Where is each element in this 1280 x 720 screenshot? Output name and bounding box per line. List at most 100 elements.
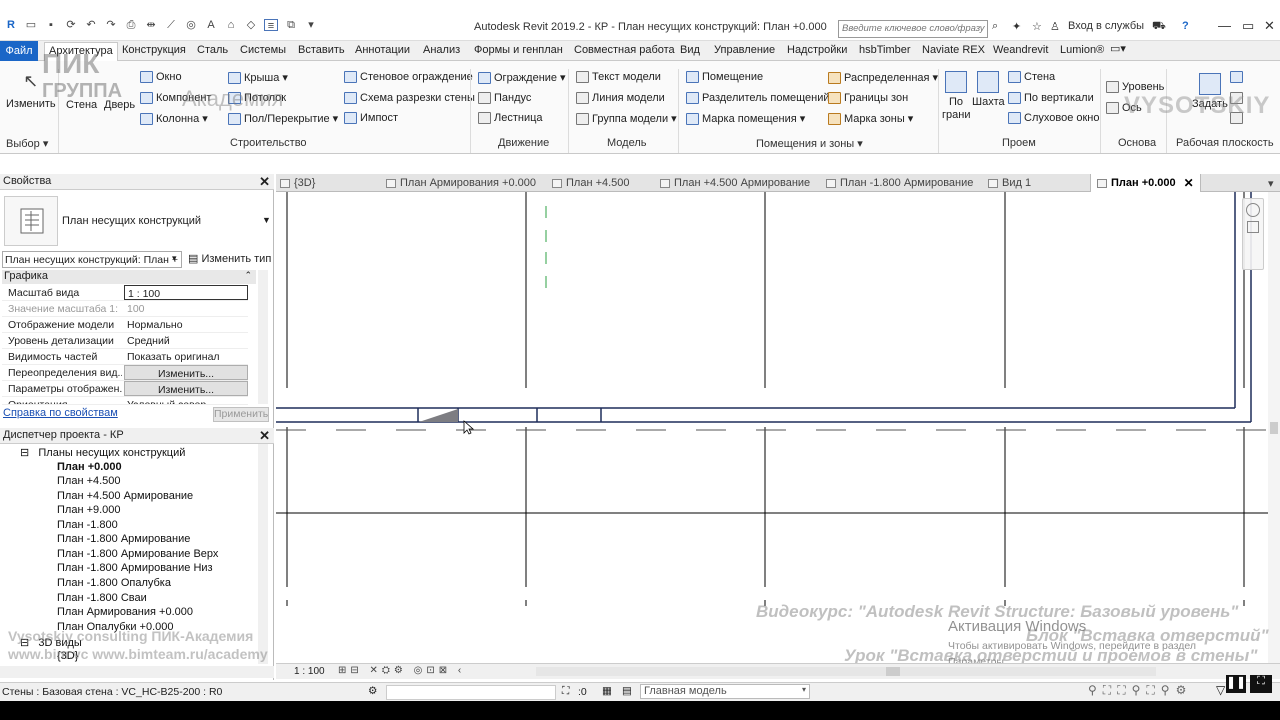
3d-view-icon[interactable]: ⌂: [224, 19, 238, 31]
area-tag-button[interactable]: Марка зоны ▾: [828, 112, 913, 125]
tab-weandrevit[interactable]: Weandrevit: [993, 44, 1048, 56]
browser-hscrollbar[interactable]: [0, 666, 274, 678]
mullion-button[interactable]: Импост: [344, 112, 398, 124]
window-button[interactable]: Окно: [140, 71, 182, 83]
save-icon[interactable]: ▪: [44, 19, 58, 31]
column-button[interactable]: Колонна ▾: [140, 112, 208, 125]
area-button[interactable]: Распределенная ▾: [828, 71, 938, 84]
tab-steel[interactable]: Сталь: [197, 44, 228, 56]
floor-button[interactable]: Пол/Перекрытие ▾: [228, 112, 338, 125]
view-tab[interactable]: Вид 1: [988, 177, 1031, 189]
navigation-bar[interactable]: [1242, 198, 1264, 270]
tree-item-plan[interactable]: План -1.800 Опалубка: [57, 577, 171, 589]
tab-naviate[interactable]: Naviate REX: [922, 44, 985, 56]
ramp-button[interactable]: Пандус: [478, 92, 531, 104]
undo-icon[interactable]: ↶: [84, 19, 98, 31]
room-button[interactable]: Помещение: [686, 71, 763, 83]
prop-row[interactable]: Видимость частей Показать оригинал: [2, 349, 248, 365]
selection-toggle-icons[interactable]: ⚲⛶⛶⚲⛶⚲⚙: [1088, 683, 1192, 698]
canvas-hscrollbar[interactable]: [536, 667, 1156, 676]
wall-opening-button[interactable]: Стена: [1008, 71, 1055, 83]
tree-item-plan[interactable]: План +0.000: [57, 461, 122, 473]
stair-button[interactable]: Лестница: [478, 112, 543, 124]
signin-button[interactable]: Вход в службы: [1068, 20, 1144, 32]
print-icon[interactable]: ⎙: [124, 19, 138, 31]
help-button[interactable]: ?: [1182, 20, 1189, 32]
type-selector[interactable]: План несущих конструкций: [62, 215, 201, 227]
close-icon[interactable]: ✕: [259, 428, 270, 444]
filter-selection-icon[interactable]: ▽: [1216, 683, 1225, 697]
search-input[interactable]: Введите ключевое слово/фразу: [838, 20, 988, 38]
tag-icon[interactable]: ◎: [184, 19, 198, 31]
view-tab[interactable]: План -1.800 Армирование: [826, 177, 973, 189]
pause-icon[interactable]: ❚❚: [1226, 675, 1246, 693]
drawing-canvas[interactable]: [276, 192, 1268, 663]
close-icon[interactable]: ✕: [1184, 176, 1194, 190]
minimize-icon[interactable]: —: [1218, 18, 1231, 33]
canvas-vscrollbar[interactable]: [1268, 192, 1280, 663]
sync-icon[interactable]: ⟳: [64, 19, 78, 31]
open-icon[interactable]: ▭: [24, 19, 38, 31]
tree-group-structural-plans[interactable]: ⊟ Планы несущих конструкций: [20, 446, 185, 459]
tree-item-plan[interactable]: План -1.800 Армирование: [57, 533, 190, 545]
view-tab[interactable]: {3D}: [280, 177, 315, 189]
model-group-button[interactable]: Группа модели ▾: [576, 112, 677, 125]
binoculars-icon[interactable]: ⌕: [992, 20, 998, 33]
zoom-icon[interactable]: [1247, 221, 1259, 233]
view-tab[interactable]: План +4.500 Армирование: [660, 177, 810, 189]
text-icon[interactable]: A: [204, 19, 218, 31]
tree-item-plan[interactable]: План -1.800 Сваи: [57, 592, 147, 604]
tab-addins[interactable]: Надстройки: [787, 44, 847, 56]
tab-massing[interactable]: Формы и генплан: [474, 44, 563, 56]
apply-button[interactable]: Применить: [213, 407, 269, 422]
chevron-down-icon[interactable]: ▼: [262, 215, 271, 225]
prop-row[interactable]: Переопределения вид... Изменить...: [2, 365, 248, 381]
close-icon[interactable]: ✕: [259, 174, 270, 190]
tab-structure[interactable]: Конструкция: [122, 44, 186, 56]
model-line-button[interactable]: Линия модели: [576, 92, 665, 104]
tab-file[interactable]: Файл: [0, 41, 38, 61]
area-boundary-button[interactable]: Границы зон: [828, 92, 908, 104]
dormer-button[interactable]: Слуховое окно: [1008, 112, 1100, 124]
design-options-icon[interactable]: ▤: [622, 685, 632, 697]
tab-manage[interactable]: Управление: [714, 44, 775, 56]
collapse-icon[interactable]: ⌃: [244, 270, 252, 281]
tree-item-plan[interactable]: План -1.800 Армирование Низ: [57, 562, 213, 574]
worksets-icon[interactable]: ⚙: [368, 685, 377, 697]
by-face-button[interactable]: По грани: [942, 71, 970, 122]
railing-button[interactable]: Ограждение ▾: [478, 71, 566, 84]
close-hidden-icon[interactable]: ⧉: [284, 19, 298, 31]
redo-icon[interactable]: ↷: [104, 19, 118, 31]
tab-systems[interactable]: Системы: [240, 44, 286, 56]
edit-type-button[interactable]: ▤ Изменить тип: [188, 252, 271, 265]
prop-row[interactable]: Отображение модели Нормально: [2, 317, 248, 333]
tab-lumion[interactable]: Lumion®: [1060, 44, 1104, 56]
tab-collaborate[interactable]: Совместная работа: [574, 44, 675, 56]
user-icon[interactable]: ♙: [1050, 20, 1060, 33]
tabs-dropdown-icon[interactable]: ▾: [1268, 177, 1274, 190]
filter-icon[interactable]: ▦: [602, 685, 612, 697]
maximize-icon[interactable]: ▭: [1242, 18, 1254, 34]
cart-icon[interactable]: ⛟: [1152, 20, 1166, 34]
browser-scrollbar[interactable]: [258, 444, 268, 664]
tab-hsbtimber[interactable]: hsbTimber: [859, 44, 911, 56]
show-workplane-icon[interactable]: [1230, 71, 1243, 83]
instance-filter-dropdown[interactable]: План несущих конструкций: План +: [2, 251, 182, 268]
workset-dropdown[interactable]: [386, 685, 556, 700]
close-icon[interactable]: ✕: [1264, 18, 1275, 34]
view-tab-active[interactable]: План +0.000 ✕: [1090, 174, 1201, 192]
display-options-edit-button[interactable]: Изменить...: [124, 381, 248, 396]
model-text-button[interactable]: Текст модели: [576, 71, 661, 83]
prop-row[interactable]: Параметры отображен... Изменить...: [2, 381, 248, 397]
group-room-area[interactable]: Помещения и зоны ▾: [756, 137, 863, 150]
section-icon[interactable]: ◇: [244, 19, 258, 31]
ribbon-toggle-icon[interactable]: ▭▾: [1110, 42, 1126, 55]
editable-only-icon[interactable]: ⛶: [562, 685, 569, 698]
revit-logo-icon[interactable]: R: [4, 19, 18, 31]
tree-item-plan[interactable]: План Армирования +0.000: [57, 606, 193, 618]
shaft-button[interactable]: Шахта: [972, 71, 1005, 108]
scale-selector[interactable]: 1 : 100: [294, 666, 325, 677]
tab-view[interactable]: Вид: [680, 44, 700, 56]
tree-item-plan[interactable]: План -1.800: [57, 519, 118, 531]
favorites-icon[interactable]: ☆: [1032, 20, 1042, 33]
